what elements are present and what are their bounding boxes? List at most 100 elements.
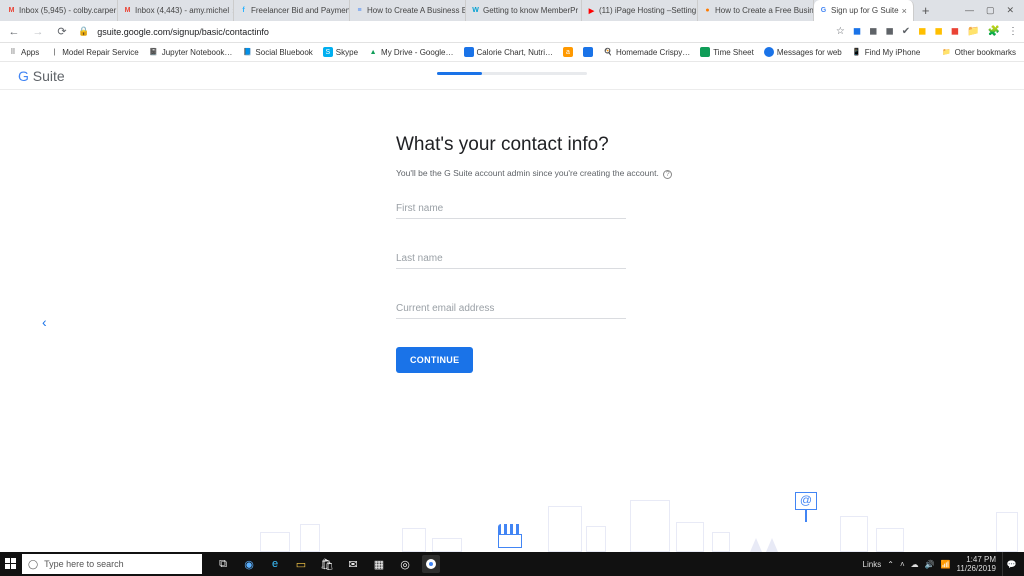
skyline-decoration: @ <box>0 482 1024 552</box>
menu-icon[interactable]: ⋮ <box>1008 26 1018 37</box>
browser-tab-strip: M Inbox (5,945) - colby.carper × M Inbox… <box>0 0 1024 21</box>
ext-3-icon[interactable]: ◼ <box>885 26 893 37</box>
bookmark-blue[interactable] <box>583 47 593 57</box>
tray-chevron-up-icon[interactable]: ˄ <box>900 560 905 569</box>
tab-inbox-colby[interactable]: M Inbox (5,945) - colby.carper × <box>2 0 118 21</box>
taskbar-edge-icon[interactable]: e <box>266 555 284 573</box>
tab-label: Freelancer Bid and Paymen <box>251 6 350 15</box>
page-subtitle: You'll be the G Suite account admin sinc… <box>396 168 696 179</box>
bookmark-drive[interactable]: ▲My Drive - Google… <box>368 47 453 57</box>
bookmark-findmyiphone[interactable]: 📱Find My iPhone <box>852 47 921 57</box>
first-name-field[interactable] <box>396 197 626 219</box>
ext-6-icon[interactable]: ◼ <box>934 26 942 37</box>
taskbar-app1-icon[interactable]: ▦ <box>370 555 388 573</box>
taskbar-app2-icon[interactable]: ◎ <box>396 555 414 573</box>
search-placeholder: Type here to search <box>44 559 124 569</box>
bookmark-messages[interactable]: Messages for web <box>764 47 842 57</box>
bookmark-calorie[interactable]: Calorie Chart, Nutri… <box>464 47 553 57</box>
cortana-icon: ◯ <box>28 559 38 570</box>
freelancer-icon: f <box>239 6 248 15</box>
tab-freelancer[interactable]: f Freelancer Bid and Paymen × <box>234 0 350 21</box>
tab-gsuite-signup[interactable]: G Sign up for G Suite × <box>814 0 914 21</box>
page-content: G G SuiteSuite ‹ What's your contact inf… <box>0 62 1024 552</box>
gdoc-icon: ≡ <box>355 6 364 15</box>
gsuite-logo: G G SuiteSuite <box>18 68 65 84</box>
at-sign-icon: @ <box>795 492 817 522</box>
task-view-button[interactable]: ⧉ <box>214 555 232 573</box>
ext-7-icon[interactable]: ◼ <box>951 26 959 37</box>
site-icon: ● <box>703 6 712 15</box>
lock-icon: 🔒 <box>78 26 89 37</box>
tab-youtube[interactable]: ▶ (11) iPage Hosting –Setting × <box>582 0 698 21</box>
bookmark-skype[interactable]: SSkype <box>323 47 358 57</box>
wp-icon: W <box>471 6 480 15</box>
tray-volume-icon[interactable]: 🔊 <box>925 560 935 569</box>
tray-links[interactable]: Links <box>863 560 882 569</box>
bookmarks-bar: ⠿Apps |Model Repair Service 📓Jupyter Not… <box>0 43 1024 62</box>
page-title: What's your contact info? <box>396 134 696 156</box>
ext-4-icon[interactable]: ✔ <box>902 26 910 37</box>
taskbar-explorer-icon[interactable]: ▭ <box>292 555 310 573</box>
youtube-icon: ▶ <box>587 6 596 15</box>
new-tab-button[interactable]: + <box>914 3 938 18</box>
apps-button[interactable]: ⠿Apps <box>8 47 39 57</box>
window-maximize-button[interactable]: ▢ <box>986 5 995 16</box>
help-icon[interactable]: ? <box>663 170 672 179</box>
tab-inbox-amy[interactable]: M Inbox (4,443) - amy.michel × <box>118 0 234 21</box>
taskbar-store-icon[interactable]: 🛍 <box>318 555 336 573</box>
tab-label: How to Create a Free Busin <box>715 6 814 15</box>
tray-wifi-icon[interactable]: 📶 <box>941 560 951 569</box>
windows-taskbar: ◯ Type here to search ⧉ ◉ e ▭ 🛍 ✉ ▦ ◎ Li… <box>0 552 1024 576</box>
bookmark-amazon[interactable]: a <box>563 47 573 57</box>
forward-button[interactable]: → <box>30 26 46 38</box>
tab-memberpress[interactable]: W Getting to know MemberPr × <box>466 0 582 21</box>
bookmark-bluebook[interactable]: 📘Social Bluebook <box>242 47 312 57</box>
tab-label: Inbox (5,945) - colby.carper <box>19 6 116 15</box>
ext-2-icon[interactable]: ◼ <box>869 26 877 37</box>
email-field[interactable] <box>396 297 626 319</box>
continue-button[interactable]: CONTINUE <box>396 347 473 373</box>
bookmark-timesheet[interactable]: Time Sheet <box>700 47 754 57</box>
store-icon <box>498 524 522 548</box>
apps-label: Apps <box>21 48 39 57</box>
star-icon[interactable]: ☆ <box>836 26 845 37</box>
other-bookmarks[interactable]: 📁Other bookmarks <box>942 47 1016 57</box>
brand-bar: G G SuiteSuite <box>0 62 1024 90</box>
tab-label: How to Create A Business E <box>367 6 466 15</box>
last-name-field[interactable] <box>396 247 626 269</box>
ext-1-icon[interactable]: ◼ <box>853 26 861 37</box>
tray-onedrive-icon[interactable]: ☁ <box>911 560 919 569</box>
back-button[interactable]: ← <box>6 26 22 38</box>
bookmark-jupyter[interactable]: 📓Jupyter Notebook… <box>149 47 233 57</box>
contact-info-form: What's your contact info? You'll be the … <box>396 134 696 373</box>
window-close-button[interactable]: ✕ <box>1006 5 1014 16</box>
tab-label: Sign up for G Suite <box>831 6 899 15</box>
taskbar-cortana-icon[interactable]: ◉ <box>240 555 258 573</box>
address-bar-row: ← → ⟳ 🔒 gsuite.google.com/signup/basic/c… <box>0 21 1024 43</box>
tray-notifications-icon[interactable]: 💬 <box>1002 552 1020 576</box>
reload-button[interactable]: ⟳ <box>54 25 70 38</box>
taskbar-mail-icon[interactable]: ✉ <box>344 555 362 573</box>
gmail-icon: M <box>7 6 16 15</box>
google-icon: G <box>819 6 828 15</box>
url-text[interactable]: gsuite.google.com/signup/basic/contactin… <box>97 27 828 37</box>
bookmark-crispy[interactable]: 🍳Homemade Crispy… <box>603 47 690 57</box>
ext-8-icon[interactable]: 📁 <box>967 26 979 37</box>
bookmark-model-repair[interactable]: |Model Repair Service <box>49 47 138 57</box>
window-minimize-button[interactable]: — <box>965 5 974 16</box>
taskbar-chrome-icon[interactable] <box>422 555 440 573</box>
ext-5-icon[interactable]: ◼ <box>918 26 926 37</box>
tab-howto[interactable]: ● How to Create a Free Busin × <box>698 0 814 21</box>
close-icon[interactable]: × <box>902 6 907 16</box>
tab-label: Getting to know MemberPr <box>483 6 578 15</box>
tray-clock[interactable]: 1:47 PM11/26/2019 <box>957 555 996 573</box>
wizard-back-button[interactable]: ‹ <box>42 314 47 330</box>
signup-progress <box>437 72 587 75</box>
ext-9-icon[interactable]: 🧩 <box>988 26 1000 37</box>
tab-gdoc[interactable]: ≡ How to Create A Business E × <box>350 0 466 21</box>
start-button[interactable] <box>0 552 22 576</box>
taskbar-search[interactable]: ◯ Type here to search <box>22 554 202 574</box>
gmail-icon: M <box>123 6 132 15</box>
tray-chevron-icon[interactable]: ⌃ <box>887 560 894 569</box>
tab-label: (11) iPage Hosting –Setting <box>599 6 696 15</box>
